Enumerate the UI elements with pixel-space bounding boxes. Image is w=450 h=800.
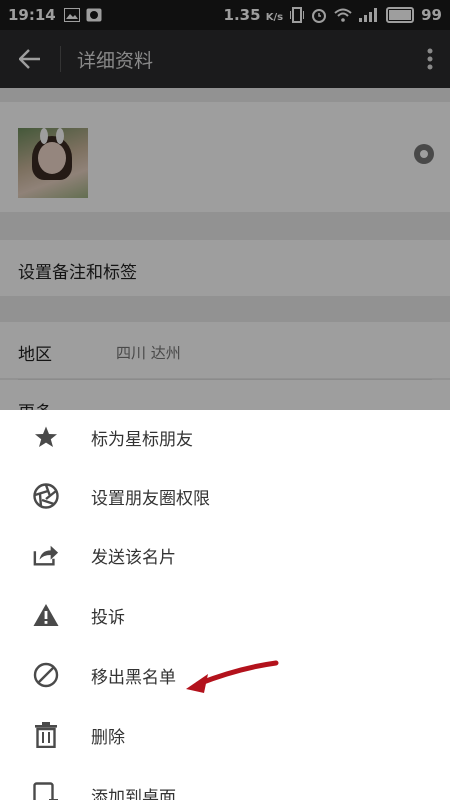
menu-item-moments-permission[interactable]: 设置朋友圈权限 <box>0 466 450 526</box>
menu-item-send-card[interactable]: 发送该名片 <box>0 525 450 585</box>
annotation-arrow-icon <box>186 660 279 693</box>
aperture-icon <box>33 483 59 509</box>
star-icon <box>33 424 59 450</box>
warning-icon <box>33 602 59 628</box>
block-icon <box>33 662 59 688</box>
share-icon <box>33 542 59 568</box>
menu-item-label: 设置朋友圈权限 <box>91 488 210 509</box>
menu-item-label: 投诉 <box>91 607 125 628</box>
menu-item-label: 标为星标朋友 <box>91 429 193 450</box>
menu-item-report[interactable]: 投诉 <box>0 585 450 645</box>
menu-item-add-to-desktop[interactable]: 添加到桌面 <box>0 765 450 800</box>
menu-item-label: 发送该名片 <box>91 547 176 568</box>
action-sheet: 标为星标朋友 设置朋友圈权限 发送该名片 投诉 移出黑名单 删除 添加到桌面 <box>0 410 450 800</box>
menu-item-delete[interactable]: 删除 <box>0 705 450 765</box>
menu-item-label: 移出黑名单 <box>91 667 176 688</box>
menu-item-label: 添加到桌面 <box>91 787 176 800</box>
add-to-desktop-icon <box>33 782 59 800</box>
menu-item-label: 删除 <box>91 727 125 748</box>
trash-icon <box>33 722 59 748</box>
menu-item-star-friend[interactable]: 标为星标朋友 <box>0 410 450 467</box>
